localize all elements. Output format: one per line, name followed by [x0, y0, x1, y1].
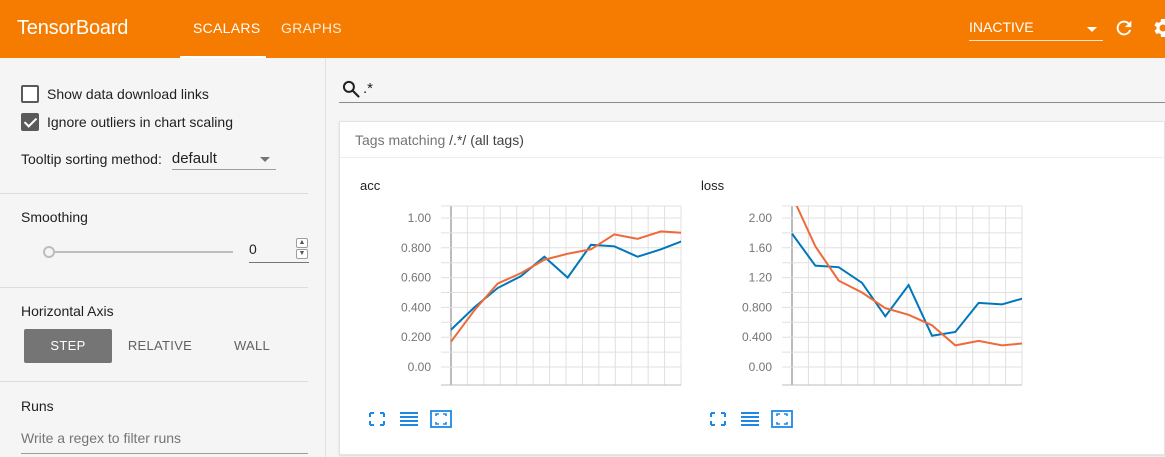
- show-download-links-option[interactable]: Show data download links: [21, 85, 209, 103]
- divider: [0, 193, 308, 194]
- show-download-links-label: Show data download links: [47, 86, 209, 102]
- y-tick-label: 2.00: [749, 211, 773, 225]
- y-tick-label: 0.00: [408, 360, 432, 374]
- chart-title-acc: acc: [360, 178, 381, 193]
- series-line: [450, 230, 681, 343]
- tag-group-card: Tags matching /.*/ (all tags) acc 1.00 0.…: [339, 121, 1165, 455]
- search-icon: [342, 80, 360, 98]
- y-tick-label: 1.20: [749, 271, 773, 285]
- reload-icon[interactable]: [1113, 17, 1135, 39]
- chevron-down-icon: [259, 157, 270, 162]
- y-tick-label: 0.200: [401, 330, 431, 344]
- tab-scalars[interactable]: SCALARS: [193, 20, 260, 36]
- tooltip-sorting-value: default: [171, 150, 217, 167]
- y-tick-label: 0.400: [742, 330, 772, 344]
- acc-chart-toolbar: [364, 409, 460, 429]
- run-status-dropdown[interactable]: INACTIVE: [969, 19, 1103, 41]
- top-app-bar: TensorBoard SCALARS GRAPHS INACTIVE: [0, 0, 1165, 58]
- y-tick-label: 0.800: [742, 300, 772, 314]
- y-tick-label: 0.800: [401, 241, 431, 255]
- card-header-pattern: /.*/: [449, 132, 467, 148]
- divider: [0, 287, 308, 288]
- tag-filter-bar[interactable]: .*: [339, 75, 1165, 103]
- fullscreen-icon[interactable]: [364, 409, 390, 429]
- smoothing-value: 0: [249, 241, 257, 257]
- decrement-icon[interactable]: ▼: [296, 249, 308, 259]
- loss-chart-toolbar: [705, 409, 801, 429]
- axis-relative-button[interactable]: RELATIVE: [117, 329, 203, 363]
- series-line: [795, 206, 1022, 347]
- smoothing-slider-handle[interactable]: [43, 246, 55, 258]
- y-tick-label: 1.00: [408, 211, 432, 225]
- y-tick-label: 0.600: [401, 271, 431, 285]
- app-title: TensorBoard: [17, 17, 129, 39]
- toggle-log-scale-icon[interactable]: [737, 409, 763, 429]
- tab-graphs[interactable]: GRAPHS: [281, 20, 342, 36]
- runs-filter-input[interactable]: Write a regex to filter runs: [21, 430, 308, 454]
- series-line: [791, 233, 1022, 337]
- card-header[interactable]: Tags matching /.*/ (all tags): [340, 122, 1165, 158]
- tooltip-sorting-row: Tooltip sorting method: default: [21, 148, 276, 170]
- y-tick-label: 1.60: [749, 241, 773, 255]
- runs-title: Runs: [21, 398, 54, 414]
- smoothing-slider-track[interactable]: [49, 251, 233, 253]
- loss-chart[interactable]: 2.00 1.60 1.20 0.800 0.400 0.00: [691, 196, 1036, 396]
- divider: [0, 381, 308, 382]
- sidebar: Show data download links Ignore outliers…: [0, 58, 326, 457]
- chart-title-loss: loss: [701, 178, 725, 193]
- y-tick-label: 0.400: [401, 300, 431, 314]
- fit-domain-icon[interactable]: [769, 409, 795, 429]
- fullscreen-icon[interactable]: [705, 409, 731, 429]
- tooltip-sorting-label: Tooltip sorting method:: [21, 151, 162, 167]
- card-header-prefix: Tags matching: [355, 132, 446, 148]
- run-status-value: INACTIVE: [969, 19, 1034, 35]
- smoothing-title: Smoothing: [21, 209, 88, 225]
- axis-wall-button[interactable]: WALL: [208, 329, 296, 363]
- axis-step-button[interactable]: STEP: [24, 329, 112, 363]
- card-header-suffix: (all tags): [470, 132, 524, 148]
- increment-icon[interactable]: ▲: [296, 238, 308, 248]
- acc-chart[interactable]: 1.00 0.800 0.600 0.400 0.200 0.00: [350, 196, 695, 396]
- settings-icon[interactable]: [1150, 16, 1165, 40]
- tag-filter-input[interactable]: .*: [363, 80, 373, 97]
- ignore-outliers-label: Ignore outliers in chart scaling: [47, 114, 233, 130]
- chevron-down-icon: [1087, 27, 1097, 32]
- y-tick-label: 0.00: [749, 360, 773, 374]
- toggle-log-scale-icon[interactable]: [396, 409, 422, 429]
- ignore-outliers-checkbox[interactable]: [21, 113, 39, 131]
- show-download-links-checkbox[interactable]: [21, 85, 39, 103]
- horizontal-axis-title: Horizontal Axis: [21, 303, 114, 319]
- ignore-outliers-option[interactable]: Ignore outliers in chart scaling: [21, 113, 233, 131]
- fit-domain-icon[interactable]: [428, 409, 454, 429]
- tooltip-sorting-dropdown[interactable]: default: [171, 148, 276, 170]
